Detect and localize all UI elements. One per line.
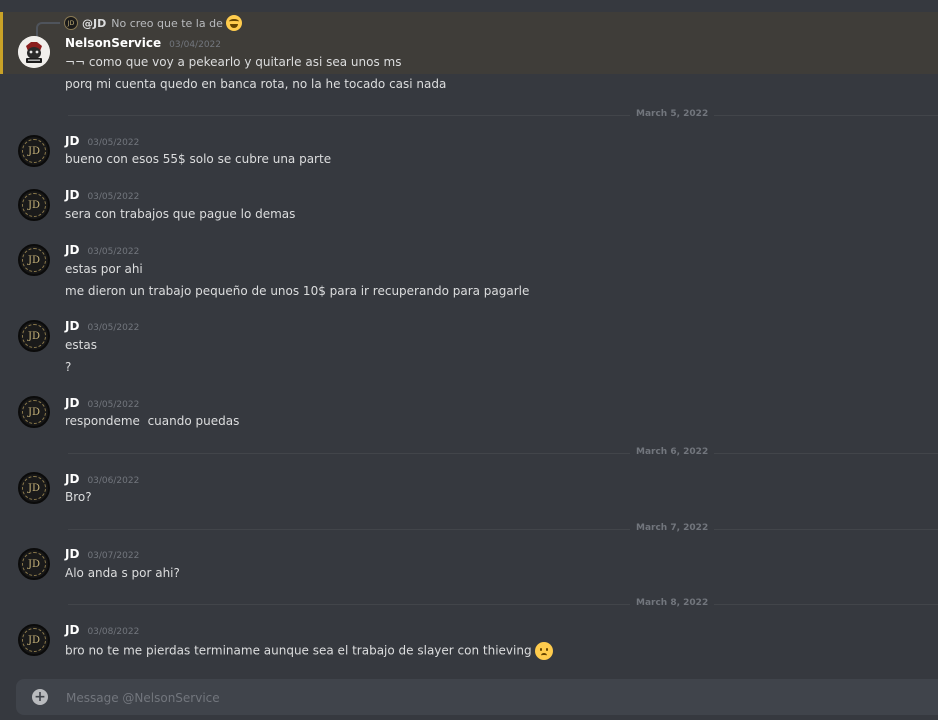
chat-area: JD @JD No creo que te la de NelsonServic… bbox=[0, 0, 938, 720]
avatar-monogram: JD bbox=[22, 552, 46, 576]
message-author-header: JD 03/05/2022 bbox=[65, 188, 139, 202]
divider-line bbox=[68, 115, 938, 116]
avatar-jd[interactable]: JD bbox=[18, 189, 50, 221]
author-name[interactable]: JD bbox=[65, 396, 79, 410]
sad-face-emoji-icon bbox=[534, 642, 553, 660]
divider-line bbox=[68, 604, 938, 605]
message-line: me dieron un trabajo pequeño de unos 10$… bbox=[65, 284, 530, 298]
avatar-monogram: JD bbox=[22, 248, 46, 272]
message-line: porq mi cuenta quedo en banca rota, no l… bbox=[65, 77, 447, 91]
date-divider: March 8, 2022 bbox=[68, 598, 938, 610]
avatar-monogram: JD bbox=[22, 400, 46, 424]
message-author-header: JD 03/08/2022 bbox=[65, 623, 139, 637]
message-input[interactable] bbox=[64, 687, 918, 709]
message-line: ¬¬ como que voy a pekearlo y quitarle as… bbox=[65, 55, 402, 69]
message-author-header: JD 03/05/2022 bbox=[65, 243, 139, 257]
avatar-jd[interactable]: JD bbox=[18, 624, 50, 656]
avatar-jd[interactable]: JD bbox=[18, 135, 50, 167]
timestamp: 03/07/2022 bbox=[87, 551, 140, 561]
avatar-monogram: JD bbox=[22, 324, 46, 348]
message-author-header: NelsonService 03/04/2022 bbox=[65, 36, 221, 50]
message-author-header: JD 03/05/2022 bbox=[65, 319, 139, 333]
timestamp: 03/05/2022 bbox=[87, 400, 140, 410]
author-name[interactable]: JD bbox=[65, 243, 79, 257]
author-name[interactable]: JD bbox=[65, 623, 79, 637]
message-line: estas por ahi bbox=[65, 262, 143, 276]
author-name[interactable]: JD bbox=[65, 319, 79, 333]
message-text: bro no te me pierdas terminame aunque se… bbox=[65, 643, 532, 658]
author-name[interactable]: NelsonService bbox=[65, 36, 161, 50]
reply-avatar: JD bbox=[64, 16, 78, 30]
message-line: Alo anda s por ahi? bbox=[65, 566, 180, 580]
timestamp: 03/06/2022 bbox=[87, 476, 140, 486]
avatar-monogram: JD bbox=[22, 476, 46, 500]
message-composer: + bbox=[16, 679, 938, 715]
author-name[interactable]: JD bbox=[65, 134, 79, 148]
message-line: estas bbox=[65, 338, 97, 352]
author-name[interactable]: JD bbox=[65, 547, 79, 561]
timestamp: 03/05/2022 bbox=[87, 138, 140, 148]
date-divider: March 6, 2022 bbox=[68, 447, 938, 459]
message-author-header: JD 03/07/2022 bbox=[65, 547, 139, 561]
message-line: respondeme cuando puedas bbox=[65, 414, 240, 428]
reply-spine bbox=[36, 22, 60, 38]
reply-snippet: No creo que te la de bbox=[111, 16, 223, 30]
date-divider: March 5, 2022 bbox=[68, 109, 938, 121]
message-line: ? bbox=[65, 360, 72, 374]
timestamp: 03/08/2022 bbox=[87, 627, 140, 637]
message-line: sera con trabajos que pague lo demas bbox=[65, 207, 296, 221]
divider-date: March 8, 2022 bbox=[630, 598, 715, 608]
avatar-jd[interactable]: JD bbox=[18, 472, 50, 504]
laughing-emoji-icon bbox=[225, 15, 242, 31]
message-author-header: JD 03/06/2022 bbox=[65, 472, 139, 486]
date-divider: March 7, 2022 bbox=[68, 523, 938, 535]
avatar-jd[interactable]: JD bbox=[18, 548, 50, 580]
divider-line bbox=[68, 529, 938, 530]
avatar-nelsonservice[interactable] bbox=[18, 36, 50, 68]
message-line: bueno con esos 55$ solo se cubre una par… bbox=[65, 152, 332, 166]
avatar-monogram: JD bbox=[22, 193, 46, 217]
reply-author: @JD bbox=[82, 16, 107, 30]
message-author-header: JD 03/05/2022 bbox=[65, 134, 139, 148]
timestamp: 03/05/2022 bbox=[87, 323, 140, 333]
plus-circle-icon[interactable]: + bbox=[32, 689, 48, 705]
message-author-header: JD 03/05/2022 bbox=[65, 396, 139, 410]
message-line: Bro? bbox=[65, 490, 92, 504]
message-line: bro no te me pierdas terminame aunque se… bbox=[65, 642, 553, 660]
avatar-jd[interactable]: JD bbox=[18, 396, 50, 428]
divider-date: March 6, 2022 bbox=[630, 447, 715, 457]
avatar-monogram: JD bbox=[22, 628, 46, 652]
author-name[interactable]: JD bbox=[65, 188, 79, 202]
reply-preview[interactable]: JD @JD No creo que te la de bbox=[64, 15, 242, 31]
avatar-jd[interactable]: JD bbox=[18, 320, 50, 352]
avatar-jd[interactable]: JD bbox=[18, 244, 50, 276]
author-name[interactable]: JD bbox=[65, 472, 79, 486]
divider-date: March 5, 2022 bbox=[630, 109, 715, 119]
timestamp: 03/05/2022 bbox=[87, 247, 140, 257]
divider-date: March 7, 2022 bbox=[630, 523, 715, 533]
timestamp: 03/04/2022 bbox=[169, 40, 221, 50]
timestamp: 03/05/2022 bbox=[87, 192, 140, 202]
avatar-monogram: JD bbox=[22, 139, 46, 163]
divider-line bbox=[68, 453, 938, 454]
